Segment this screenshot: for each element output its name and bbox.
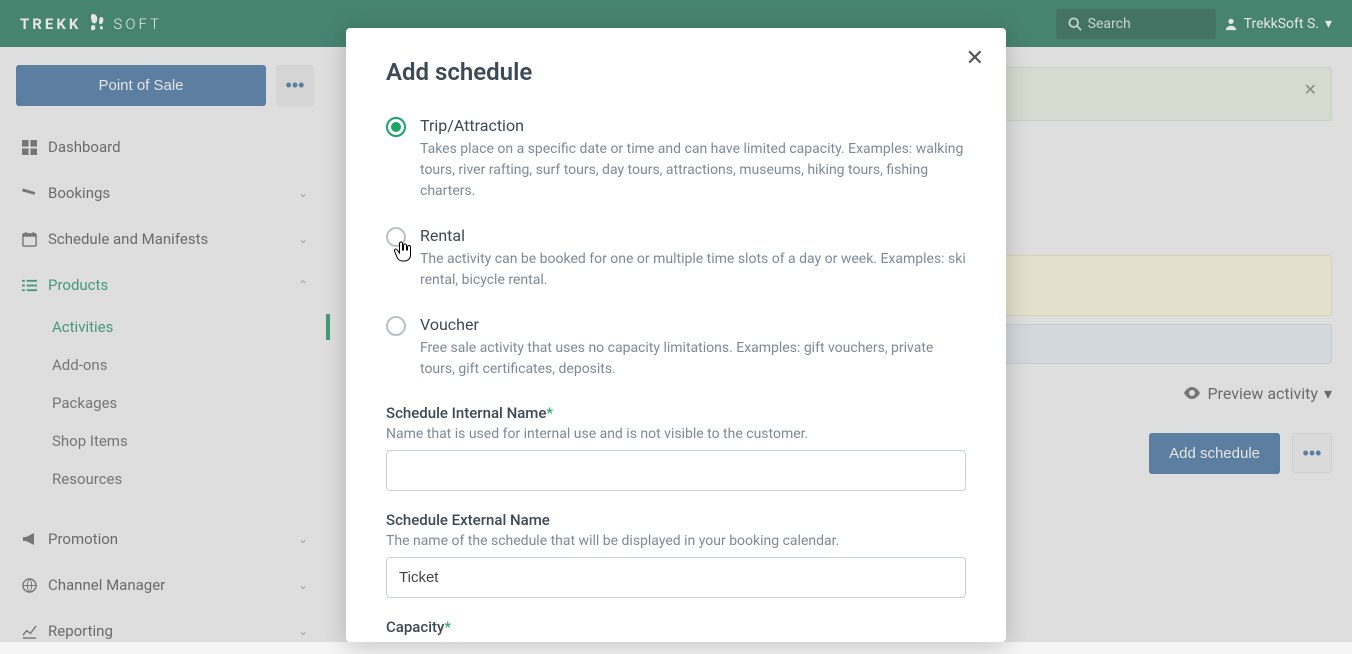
radio-option-rental[interactable]: Rental The activity can be booked for on… (386, 226, 966, 291)
radio-title: Rental (420, 226, 966, 245)
internal-name-input[interactable] (386, 450, 966, 491)
radio-option-voucher[interactable]: Voucher Free sale activity that uses no … (386, 315, 966, 380)
radio-input[interactable] (386, 227, 406, 247)
external-name-input[interactable] (386, 557, 966, 598)
field-help-external-name: The name of the schedule that will be di… (386, 533, 966, 549)
radio-title: Voucher (420, 315, 966, 334)
field-label-internal-name: Schedule Internal Name* (386, 404, 966, 422)
radio-option-trip[interactable]: Trip/Attraction Takes place on a specifi… (386, 116, 966, 202)
radio-input[interactable] (386, 117, 406, 137)
field-help-internal-name: Name that is used for internal use and i… (386, 426, 966, 442)
add-schedule-modal: ✕ Add schedule Trip/Attraction Takes pla… (346, 28, 1006, 642)
field-label-capacity: Capacity* (386, 618, 966, 636)
radio-title: Trip/Attraction (420, 116, 966, 135)
radio-description: The activity can be booked for one or mu… (420, 249, 966, 291)
modal-title: Add schedule (386, 58, 966, 86)
close-icon[interactable]: ✕ (966, 46, 984, 71)
modal-overlay: ✕ Add schedule Trip/Attraction Takes pla… (0, 0, 1352, 642)
field-label-external-name: Schedule External Name (386, 511, 966, 529)
radio-description: Takes place on a specific date or time a… (420, 139, 966, 202)
radio-description: Free sale activity that uses no capacity… (420, 338, 966, 380)
radio-input[interactable] (386, 316, 406, 336)
